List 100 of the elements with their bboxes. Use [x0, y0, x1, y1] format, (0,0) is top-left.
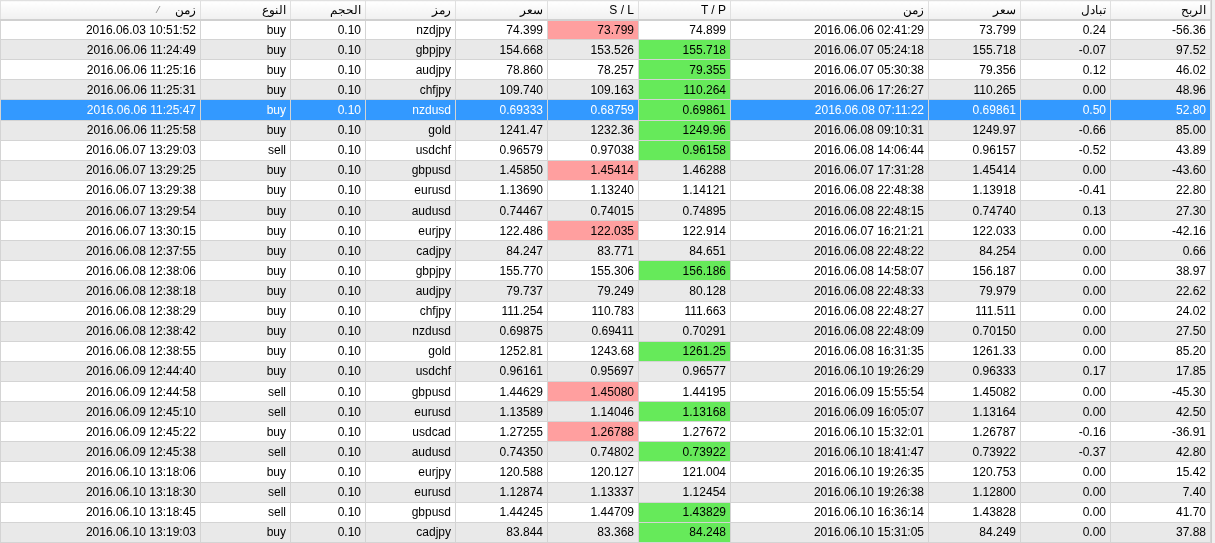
table-row[interactable]: 2016.06.08 12:38:29 buy 0.10 chfjpy 111.254 110.783 111.663 2016.06.08 22:48:27 111.511 0.00 24.02 [0, 301, 1211, 322]
table-cell: -0.16 [1020, 421, 1111, 442]
column-header[interactable]: سعر [928, 0, 1021, 20]
table-cell: 120.753 [928, 461, 1021, 482]
table-cell: 121.004 [638, 461, 731, 482]
table-row[interactable]: 2016.06.08 12:37:55 buy 0.10 cadjpy 84.247 83.771 84.651 2016.06.08 22:48:22 84.254 0.00 0.66 [0, 240, 1211, 261]
table-row[interactable]: 2016.06.08 12:38:18 buy 0.10 audjpy 79.737 79.249 80.128 2016.06.08 22:48:33 79.979 0.00 22.62 [0, 280, 1211, 302]
table-row[interactable]: 2016.06.08 12:38:42 buy 0.10 nzdusd 0.69875 0.69411 0.70291 2016.06.08 22:48:09 0.70150 0.00 27.50 [0, 321, 1211, 342]
table-cell: usdchf [365, 140, 456, 161]
table-row[interactable]: 2016.06.06 11:25:31 buy 0.10 chfjpy 109.740 109.163 110.264 2016.06.06 17:26:27 110.265 0.00 48.96 [0, 79, 1211, 100]
table-cell: 1.13690 [455, 180, 548, 201]
table-cell: 46.02 [1110, 59, 1211, 80]
table-cell: 2016.06.08 16:31:35 [730, 341, 929, 362]
table-cell: buy [200, 301, 291, 322]
table-cell: nzdjpy [365, 19, 456, 40]
table-cell: 78.860 [455, 59, 548, 80]
table-cell: 1.44629 [455, 381, 548, 402]
column-header[interactable]: زمن [730, 0, 929, 20]
table-cell: 122.486 [455, 220, 548, 241]
table-cell: 2016.06.08 22:48:38 [730, 180, 929, 201]
table-row[interactable]: 2016.06.06 11:25:58 buy 0.10 gold 1241.47 1232.36 1249.96 2016.06.08 09:10:31 1249.97 -0.66 85.00 [0, 120, 1211, 141]
table-row[interactable]: 2016.06.06 11:25:16 buy 0.10 audjpy 78.860 78.257 79.355 2016.06.07 05:30:38 79.356 0.12 46.02 [0, 59, 1211, 80]
table-row[interactable]: 2016.06.09 12:44:40 buy 0.10 usdchf 0.96161 0.95697 0.96577 2016.06.10 19:26:29 0.96333 0.17 17.85 [0, 361, 1211, 382]
table-cell: 78.257 [547, 59, 639, 80]
table-cell: 2016.06.09 12:45:38 [0, 441, 201, 462]
column-header[interactable]: زمن [175, 2, 196, 17]
table-cell: 0.00 [1020, 220, 1111, 241]
table-cell: 2016.06.08 12:38:18 [0, 280, 201, 302]
table-cell: 2016.06.08 12:38:55 [0, 341, 201, 362]
table-cell: 2016.06.08 12:37:55 [0, 240, 201, 261]
table-cell: gbpjpy [365, 260, 456, 281]
table-cell: 0.10 [290, 301, 366, 322]
table-row[interactable]: 2016.06.09 12:45:38 sell 0.10 audusd 0.74350 0.74802 0.73922 2016.06.10 18:41:47 0.73922 -0.37 42.80 [0, 441, 1211, 462]
table-cell: 1.44245 [455, 502, 548, 523]
table-cell: 2016.06.06 02:41:29 [730, 19, 929, 40]
table-row[interactable]: 2016.06.09 12:44:58 sell 0.10 gbpusd 1.44629 1.45080 1.44195 2016.06.09 15:55:54 1.45082 0.00 -45.30 [0, 381, 1211, 402]
table-cell: 0.97038 [547, 140, 639, 161]
table-cell: 0.96157 [928, 140, 1021, 161]
table-cell: 2016.06.07 16:21:21 [730, 220, 929, 241]
table-cell: 1.44709 [547, 502, 639, 523]
table-cell: 122.033 [928, 220, 1021, 241]
table-cell: sell [200, 502, 291, 523]
column-header[interactable]: النوع [200, 0, 291, 20]
table-cell: usdcad [365, 421, 456, 442]
table-cell: 1252.81 [455, 341, 548, 362]
table-cell: 2016.06.06 11:25:58 [0, 120, 201, 141]
table-cell: 2016.06.06 11:25:31 [0, 79, 201, 100]
table-cell: chfjpy [365, 301, 456, 322]
table-row[interactable]: 2016.06.10 13:18:45 sell 0.10 gbpusd 1.44245 1.44709 1.43829 2016.06.10 16:36:14 1.43828 0.00 41.70 [0, 502, 1211, 523]
table-cell: gold [365, 341, 456, 362]
table-cell: 0.10 [290, 341, 366, 362]
table-cell: 0.12 [1020, 59, 1111, 80]
table-row[interactable]: 2016.06.09 12:45:22 buy 0.10 usdcad 1.27255 1.26788 1.27672 2016.06.10 15:32:01 1.26787 -0.16 -36.91 [0, 421, 1211, 442]
table-cell: 2016.06.03 10:51:52 [0, 19, 201, 40]
column-header[interactable]: رمز [365, 0, 456, 20]
table-cell: 0.00 [1020, 502, 1111, 523]
table-cell: 0.10 [290, 220, 366, 241]
table-row[interactable]: 2016.06.07 13:29:25 buy 0.10 gbpusd 1.45850 1.45414 1.46288 2016.06.07 17:31:28 1.45414 0.00 -43.60 [0, 160, 1211, 181]
table-cell: 2016.06.07 13:29:54 [0, 200, 201, 221]
column-header[interactable]: S / L [547, 0, 639, 20]
table-row[interactable]: 2016.06.07 13:29:54 buy 0.10 audusd 0.74467 0.74015 0.74895 2016.06.08 22:48:15 0.74740 0.13 27.30 [0, 200, 1211, 221]
table-cell: 0.00 [1020, 461, 1111, 482]
table-cell: 120.127 [547, 461, 639, 482]
table-row[interactable]: 2016.06.06 11:24:49 buy 0.10 gbpjpy 154.668 153.526 155.718 2016.06.07 05:24:18 155.718 -0.07 97.52 [0, 39, 1211, 60]
table-row[interactable]: 2016.06.09 12:45:10 sell 0.10 eurusd 1.13589 1.14046 1.13168 2016.06.09 16:05:07 1.13164 0.00 42.50 [0, 401, 1211, 422]
table-cell: 2016.06.07 13:29:25 [0, 160, 201, 181]
table-cell: -42.16 [1110, 220, 1211, 241]
table-cell: 2016.06.09 12:44:58 [0, 381, 201, 402]
table-cell: -56.36 [1110, 19, 1211, 40]
table-row[interactable]: 2016.06.10 13:19:03 buy 0.10 cadjpy 83.844 83.368 84.248 2016.06.10 15:31:05 84.249 0.00 37.88 [0, 522, 1211, 543]
table-cell: 24.02 [1110, 301, 1211, 322]
table-cell: 2016.06.06 11:25:16 [0, 59, 201, 80]
table-cell: 79.356 [928, 59, 1021, 80]
table-row[interactable]: 2016.06.07 13:29:38 buy 0.10 eurusd 1.13690 1.13240 1.14121 2016.06.08 22:48:38 1.13918 -0.41 22.80 [0, 180, 1211, 201]
table-row[interactable]: 2016.06.10 13:18:06 buy 0.10 eurjpy 120.588 120.127 121.004 2016.06.10 19:26:35 120.753 0.00 15.42 [0, 461, 1211, 482]
table-cell: 0.00 [1020, 381, 1111, 402]
table-cell: 120.588 [455, 461, 548, 482]
column-header[interactable]: الحجم [290, 0, 366, 20]
table-row[interactable]: 2016.06.08 12:38:55 buy 0.10 gold 1252.81 1243.68 1261.25 2016.06.08 16:31:35 1261.33 0.00 85.20 [0, 341, 1211, 362]
table-cell: 0.10 [290, 140, 366, 161]
table-cell: 2016.06.07 13:30:15 [0, 220, 201, 241]
table-row[interactable]: 2016.06.08 12:38:06 buy 0.10 gbpjpy 155.770 155.306 156.186 2016.06.08 14:58:07 156.187 0.00 38.97 [0, 260, 1211, 281]
table-cell: -0.52 [1020, 140, 1111, 161]
table-row[interactable]: 2016.06.07 13:30:15 buy 0.10 eurjpy 122.486 122.035 122.914 2016.06.07 16:21:21 122.033 0.00 -42.16 [0, 220, 1211, 241]
table-cell: 2016.06.10 13:18:30 [0, 482, 201, 503]
table-row[interactable]: 2016.06.10 13:18:30 sell 0.10 eurusd 1.12874 1.13337 1.12454 2016.06.10 19:26:38 1.12800 0.00 7.40 [0, 482, 1211, 503]
table-cell: -45.30 [1110, 381, 1211, 402]
table-cell: 2016.06.10 13:18:45 [0, 502, 201, 523]
table-row[interactable]: 2016.06.06 11:25:47 buy 0.10 nzdusd 0.69333 0.68759 0.69861 2016.06.08 07:11:22 0.69861 0.50 52.80 [0, 99, 1211, 121]
table-cell: 1.44195 [638, 381, 731, 402]
column-header[interactable]: T / P [638, 0, 731, 20]
table-cell: buy [200, 341, 291, 362]
column-header[interactable]: تبادل [1020, 0, 1111, 20]
table-row[interactable]: 2016.06.07 13:29:03 sell 0.10 usdchf 0.96579 0.97038 0.96158 2016.06.08 14:06:44 0.96157 -0.52 43.89 [0, 140, 1211, 161]
table-cell: 2016.06.06 11:24:49 [0, 39, 201, 60]
table-row[interactable]: 2016.06.03 10:51:52 buy 0.10 nzdjpy 74.399 73.799 74.899 2016.06.06 02:41:29 73.799 0.24 -56.36 [0, 19, 1211, 40]
table-cell: 0.00 [1020, 260, 1111, 281]
column-header[interactable]: الربح [1110, 0, 1211, 20]
column-header[interactable]: سعر [455, 0, 548, 20]
table-cell: 2016.06.08 12:38:06 [0, 260, 201, 281]
